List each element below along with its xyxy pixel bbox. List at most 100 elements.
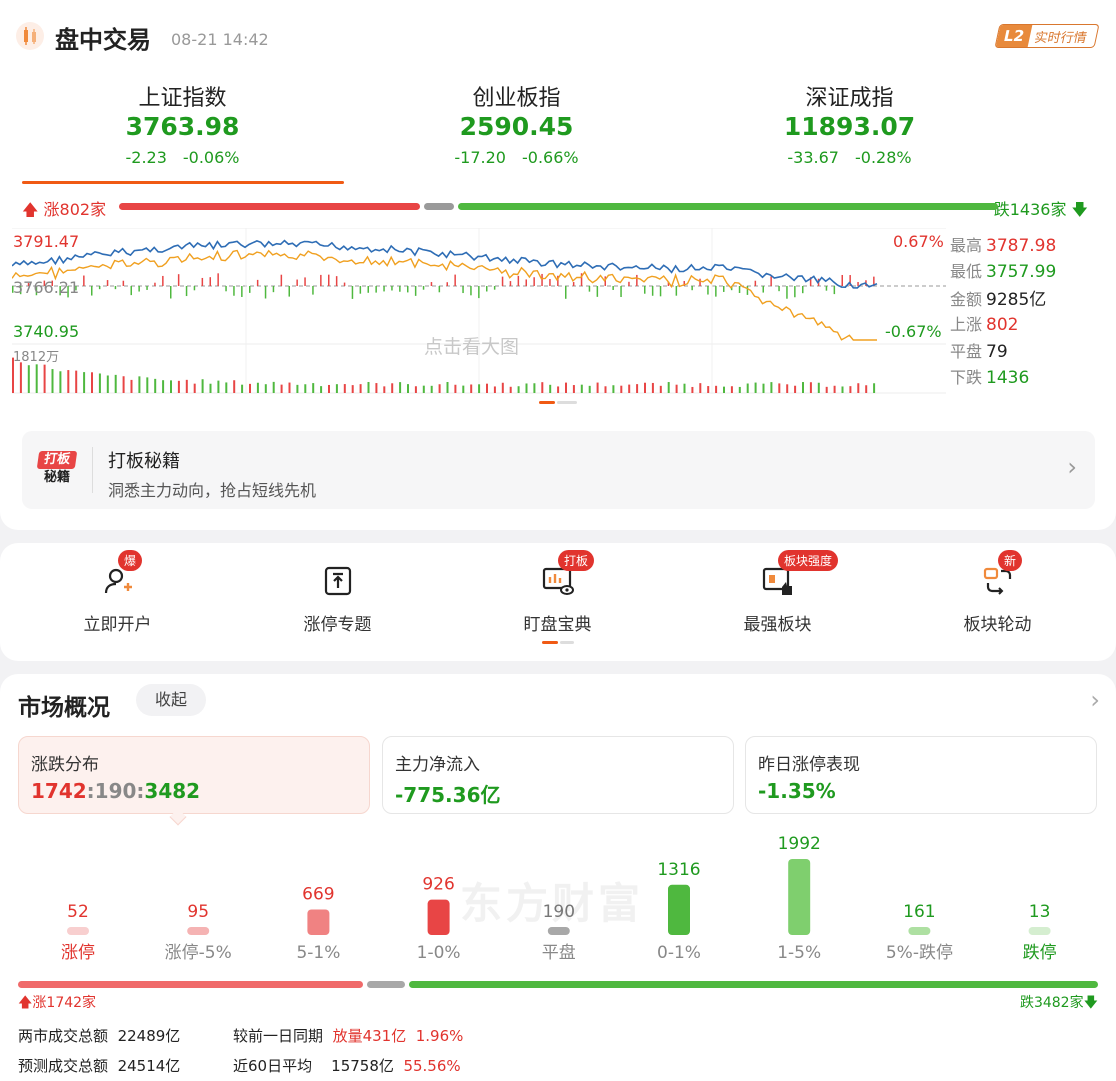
l2-realtime-badge[interactable]: L2 实时行情 — [994, 24, 1100, 48]
volume-bar — [249, 383, 251, 393]
volume-bar — [715, 385, 718, 393]
volume-bar — [691, 386, 694, 393]
arrow-down-icon: 🡇 — [1083, 995, 1098, 1011]
quick-label: 盯盘宝典 — [523, 615, 592, 635]
chevron-right-icon: › — [1067, 453, 1077, 481]
volume-bar — [620, 385, 623, 393]
volume-bar — [130, 379, 133, 393]
tick-bar — [422, 286, 425, 290]
tick-bar — [738, 286, 741, 293]
card-rise-fall-distribution[interactable]: 涨跌分布 1742:190:3482 — [18, 736, 370, 826]
dist-value-label: 190 — [543, 902, 575, 922]
index-tab-shanghai[interactable]: 上证指数 3763.98 -2.23 -0.06% — [16, 80, 349, 167]
volume-bar — [122, 376, 125, 393]
tick-bar — [343, 282, 346, 286]
tick-bar — [83, 275, 85, 286]
tick-bar — [612, 286, 614, 290]
volume-bar — [422, 385, 425, 393]
tick-bar — [241, 286, 243, 297]
tick-bar — [478, 286, 480, 299]
index-name: 深证成指 — [805, 86, 894, 111]
limit-up-icon — [324, 566, 352, 596]
volume-bar — [675, 384, 678, 393]
volume-bar — [225, 382, 228, 393]
intraday-chart[interactable] — [11, 227, 946, 394]
chart-y-high: 3791.47 — [13, 232, 80, 251]
volume-bar — [414, 386, 417, 393]
realtime-label: 实时行情 — [1032, 30, 1089, 46]
badge: 爆 — [118, 550, 143, 571]
chart-y-low: 3740.95 — [13, 322, 80, 341]
volume-bar — [138, 376, 141, 393]
tick-bar — [430, 282, 433, 286]
volume-bar — [59, 371, 62, 393]
index-tab-chinext[interactable]: 创业板指 2590.45 -17.20 -0.66% — [350, 80, 683, 167]
dist-bar — [547, 927, 570, 935]
tick-bar — [541, 273, 543, 286]
volume-bar — [667, 382, 670, 393]
tick-bar — [786, 286, 788, 299]
tick-bar — [470, 286, 472, 296]
index-tab-shenzhen[interactable]: 深证成指 11893.07 -33.67 -0.28% — [683, 80, 1016, 167]
dist-bar — [427, 899, 450, 935]
volume-bar — [114, 374, 117, 393]
quick-strongest-sector[interactable]: 板块强度 最强板块 — [666, 543, 889, 661]
l2-label: L2 — [995, 25, 1033, 47]
volume-bar — [651, 382, 654, 393]
volume-bar — [351, 385, 354, 393]
dist-category-label: 5%-跌停 — [886, 943, 953, 963]
card-net-inflow[interactable]: 主力净流入 -775.36亿 — [382, 736, 734, 814]
quick-open-account[interactable]: 爆 立即开户 — [6, 543, 229, 661]
index-pct: -0.06% — [182, 148, 240, 167]
collapse-button[interactable]: 收起 — [136, 684, 206, 716]
volume-bar — [67, 370, 70, 393]
tick-bar — [691, 286, 693, 291]
volume-bar — [391, 383, 394, 393]
volume-bar — [549, 384, 552, 393]
tick-bar — [833, 286, 836, 295]
dist-category-label: 1-0% — [417, 943, 461, 963]
tick-bar — [636, 274, 638, 286]
volume-bar — [256, 382, 259, 393]
volume-bar — [359, 384, 362, 393]
tick-bar — [359, 286, 362, 294]
distribution-chart[interactable]: 52 涨停 95 涨停-5% 669 5-1% 926 1-0% 190 平盘 1316 0-1% 19… — [0, 824, 1116, 964]
volume-bar — [43, 364, 46, 393]
quick-label: 最强板块 — [743, 615, 812, 635]
quick-sector-rotation[interactable]: 新 板块轮动 — [886, 543, 1109, 661]
tick-bar — [754, 280, 757, 286]
volume-bar — [272, 381, 275, 393]
badge: 板块强度 — [778, 550, 839, 571]
promo-subtitle: 洞悉主力动向，抢占短线先机 — [108, 481, 317, 500]
volume-bar — [470, 384, 473, 393]
chevron-right-icon[interactable]: › — [1090, 686, 1100, 714]
tick-bar — [644, 286, 646, 294]
volume-bar — [683, 383, 686, 393]
dist-category-label: 1-5% — [777, 943, 821, 963]
tick-bar — [825, 286, 828, 291]
volume-bar — [280, 384, 283, 393]
quick-watch-guide[interactable]: 打板 盯盘宝典 — [446, 543, 669, 661]
volume-bar — [367, 381, 370, 393]
down-count: 跌1436家 🡇 — [993, 200, 1088, 219]
promo-banner[interactable]: 打板 秘籍 打板秘籍 洞悉主力动向，抢占短线先机 › — [22, 431, 1095, 509]
volume-max-label: 1812万 — [13, 350, 60, 365]
volume-bar — [217, 380, 220, 393]
dist-category-label: 涨停-5% — [165, 943, 232, 963]
volume-bar — [343, 384, 346, 393]
volume-bar — [723, 386, 725, 393]
tick-bar — [272, 286, 275, 293]
arrow-up-icon: 🡅 — [18, 995, 33, 1011]
quick-limit-up-topic[interactable]: 涨停专题 — [226, 543, 449, 661]
volume-bar — [857, 383, 860, 393]
market-overview-card: 盘中交易 08-21 14:42 L2 实时行情 上证指数 3763.98 -2… — [0, 0, 1116, 530]
tick-bar — [162, 275, 164, 286]
volume-bar — [833, 385, 836, 393]
volume-bar — [154, 378, 157, 393]
volume-bar — [794, 385, 797, 393]
card-yesterday-limit-up[interactable]: 昨日涨停表现 -1.35% — [745, 736, 1097, 814]
tick-bar — [715, 286, 717, 297]
tick-bar — [659, 286, 662, 297]
index-value: 3763.98 — [125, 112, 240, 141]
tick-bar — [328, 274, 330, 286]
